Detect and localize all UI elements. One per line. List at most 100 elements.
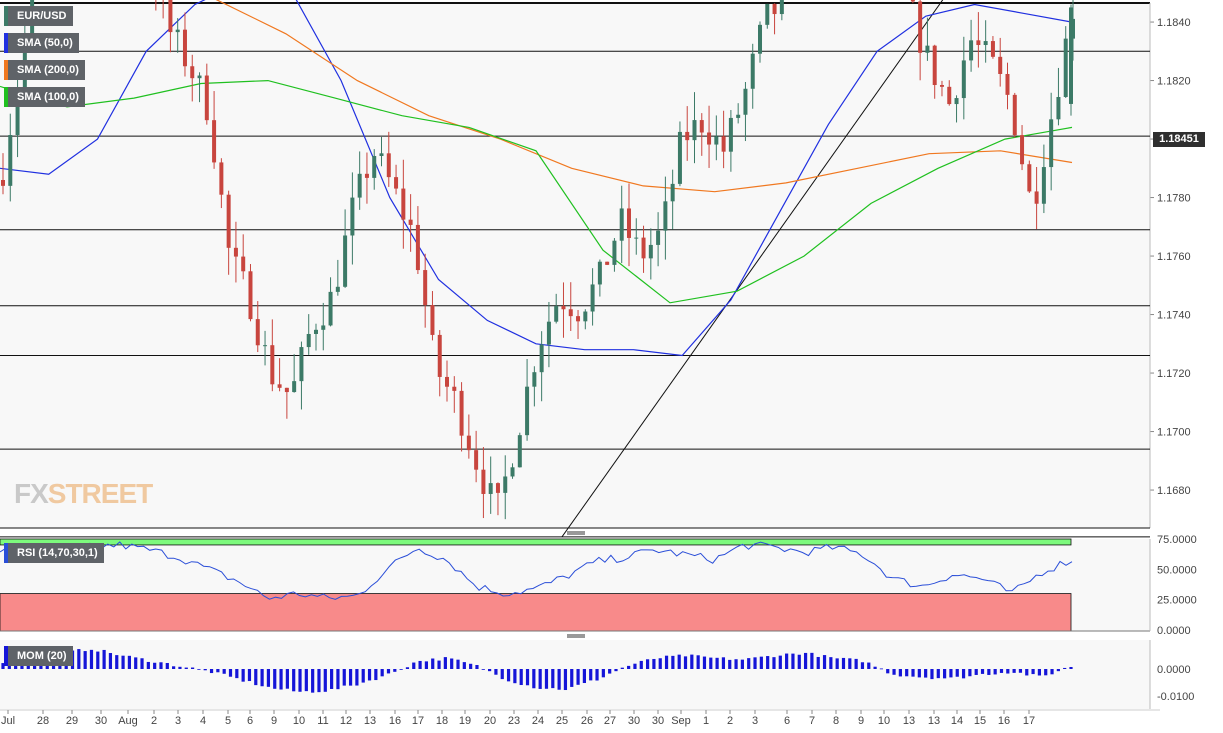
candle-body <box>233 247 238 257</box>
mom-bar <box>702 656 707 669</box>
momentum-panel[interactable]: 0.0000 -0.0100 <box>0 640 1194 709</box>
sma50-legend[interactable]: SMA (50,0) <box>4 33 79 53</box>
price-tick-label: 1.1780 <box>1157 193 1191 205</box>
mom-bar <box>999 669 1004 673</box>
candle-body <box>197 75 202 79</box>
time-tick-label: 16 <box>998 715 1010 727</box>
candle-body <box>728 117 733 152</box>
time-tick-label: 20 <box>484 715 496 727</box>
mom-swatch <box>4 646 8 666</box>
mom-bar <box>772 657 776 669</box>
time-tick-label: 17 <box>1023 715 1035 727</box>
time-tick-label: 9 <box>858 715 864 727</box>
candle-body <box>918 1 923 53</box>
mom-bar <box>1063 667 1067 669</box>
mom-bar <box>892 669 896 675</box>
candle-body <box>277 384 282 388</box>
mom-bar <box>563 669 568 691</box>
mom-bar <box>1025 669 1029 676</box>
candle-body <box>954 98 959 105</box>
mom-bar <box>241 669 245 682</box>
mom-bar <box>108 653 113 669</box>
candle-body <box>190 66 195 79</box>
mom-bar <box>785 653 789 669</box>
candle-body <box>401 188 406 220</box>
mom-bar <box>96 651 100 669</box>
candle-body <box>386 153 391 178</box>
mom-bar <box>898 669 902 677</box>
mom-bar <box>778 655 782 669</box>
mom-bar <box>867 662 871 669</box>
mom-bar <box>905 669 909 677</box>
mom-bar <box>222 669 226 674</box>
mom-bar <box>254 669 258 686</box>
sma200-legend[interactable]: SMA (200,0) <box>4 60 85 80</box>
mom-bar <box>285 669 289 689</box>
candle-body <box>474 450 479 470</box>
mom-bar <box>228 669 233 677</box>
price-tick-label: 1.1720 <box>1157 368 1191 380</box>
mom-bar <box>658 658 662 669</box>
candle-body <box>1063 38 1068 97</box>
candle-body <box>707 132 712 145</box>
mom-bar <box>816 656 820 669</box>
candle-body <box>1027 164 1032 192</box>
mom-bar <box>690 654 694 669</box>
candle-body <box>1005 73 1010 95</box>
candle-body <box>539 344 544 373</box>
sma100-label: SMA (100,0) <box>17 91 79 103</box>
mom-bar <box>677 654 681 669</box>
mom-bar <box>102 649 106 669</box>
candle-body <box>525 386 530 436</box>
mom-legend[interactable]: MOM (20) <box>4 646 73 666</box>
candle-body <box>663 201 668 231</box>
mom-bar <box>399 669 403 670</box>
mom-bar <box>203 669 207 671</box>
mom-bar <box>1037 669 1042 676</box>
candle-body <box>648 244 653 259</box>
candle-body <box>583 311 588 322</box>
mom-bar <box>437 660 441 669</box>
mom-bar <box>235 669 239 679</box>
rsi-panel-resize-handle <box>567 634 585 638</box>
candle-body <box>772 3 777 15</box>
mom-bar <box>759 656 763 669</box>
candle-body <box>576 316 581 322</box>
instrument-legend[interactable]: EUR/USD <box>4 6 73 26</box>
mom-bar <box>930 669 934 680</box>
mom-bar <box>121 655 125 669</box>
rsi-overbought-zone <box>0 538 1072 546</box>
mom-bar <box>841 657 846 669</box>
candle-body <box>1020 135 1025 165</box>
mom-bar <box>557 669 561 690</box>
mom-bar <box>380 669 384 677</box>
mom-bar <box>469 663 473 669</box>
mom-bar <box>709 657 713 669</box>
time-tick-label: 19 <box>459 715 471 727</box>
time-tick-label: 10 <box>878 715 890 727</box>
mom-bar <box>879 668 884 670</box>
mom-bar <box>747 658 751 669</box>
rsi-panel[interactable]: 75.0000 50.0000 25.0000 0.0000 <box>0 534 1197 638</box>
rsi-legend[interactable]: RSI (14,70,30,1) <box>4 543 104 563</box>
candle-body <box>961 60 966 99</box>
mom-label: MOM (20) <box>17 650 67 662</box>
price-panel[interactable]: 1.19001.18801.18601.18401.18201.18001.17… <box>0 0 1191 538</box>
mom-bar <box>418 660 422 669</box>
time-tick-label: 30 <box>628 715 640 727</box>
candle-body <box>1034 191 1039 204</box>
mom-bar <box>652 658 656 669</box>
candle-body <box>1041 167 1046 204</box>
candle-body <box>517 435 522 468</box>
candle-body <box>656 230 661 245</box>
mom-tick-label: 0.0000 <box>1157 664 1191 676</box>
mom-bar <box>292 669 296 692</box>
mom-bar <box>209 669 214 674</box>
chart-canvas: 1.19001.18801.18601.18401.18201.18001.17… <box>0 0 1197 727</box>
sma100-legend[interactable]: SMA (100,0) <box>4 87 85 107</box>
candle-body <box>546 321 551 345</box>
candle-body <box>452 386 457 391</box>
price-tick-label: 1.1760 <box>1157 251 1191 263</box>
mom-bar <box>886 669 890 674</box>
mom-bar <box>298 669 302 692</box>
